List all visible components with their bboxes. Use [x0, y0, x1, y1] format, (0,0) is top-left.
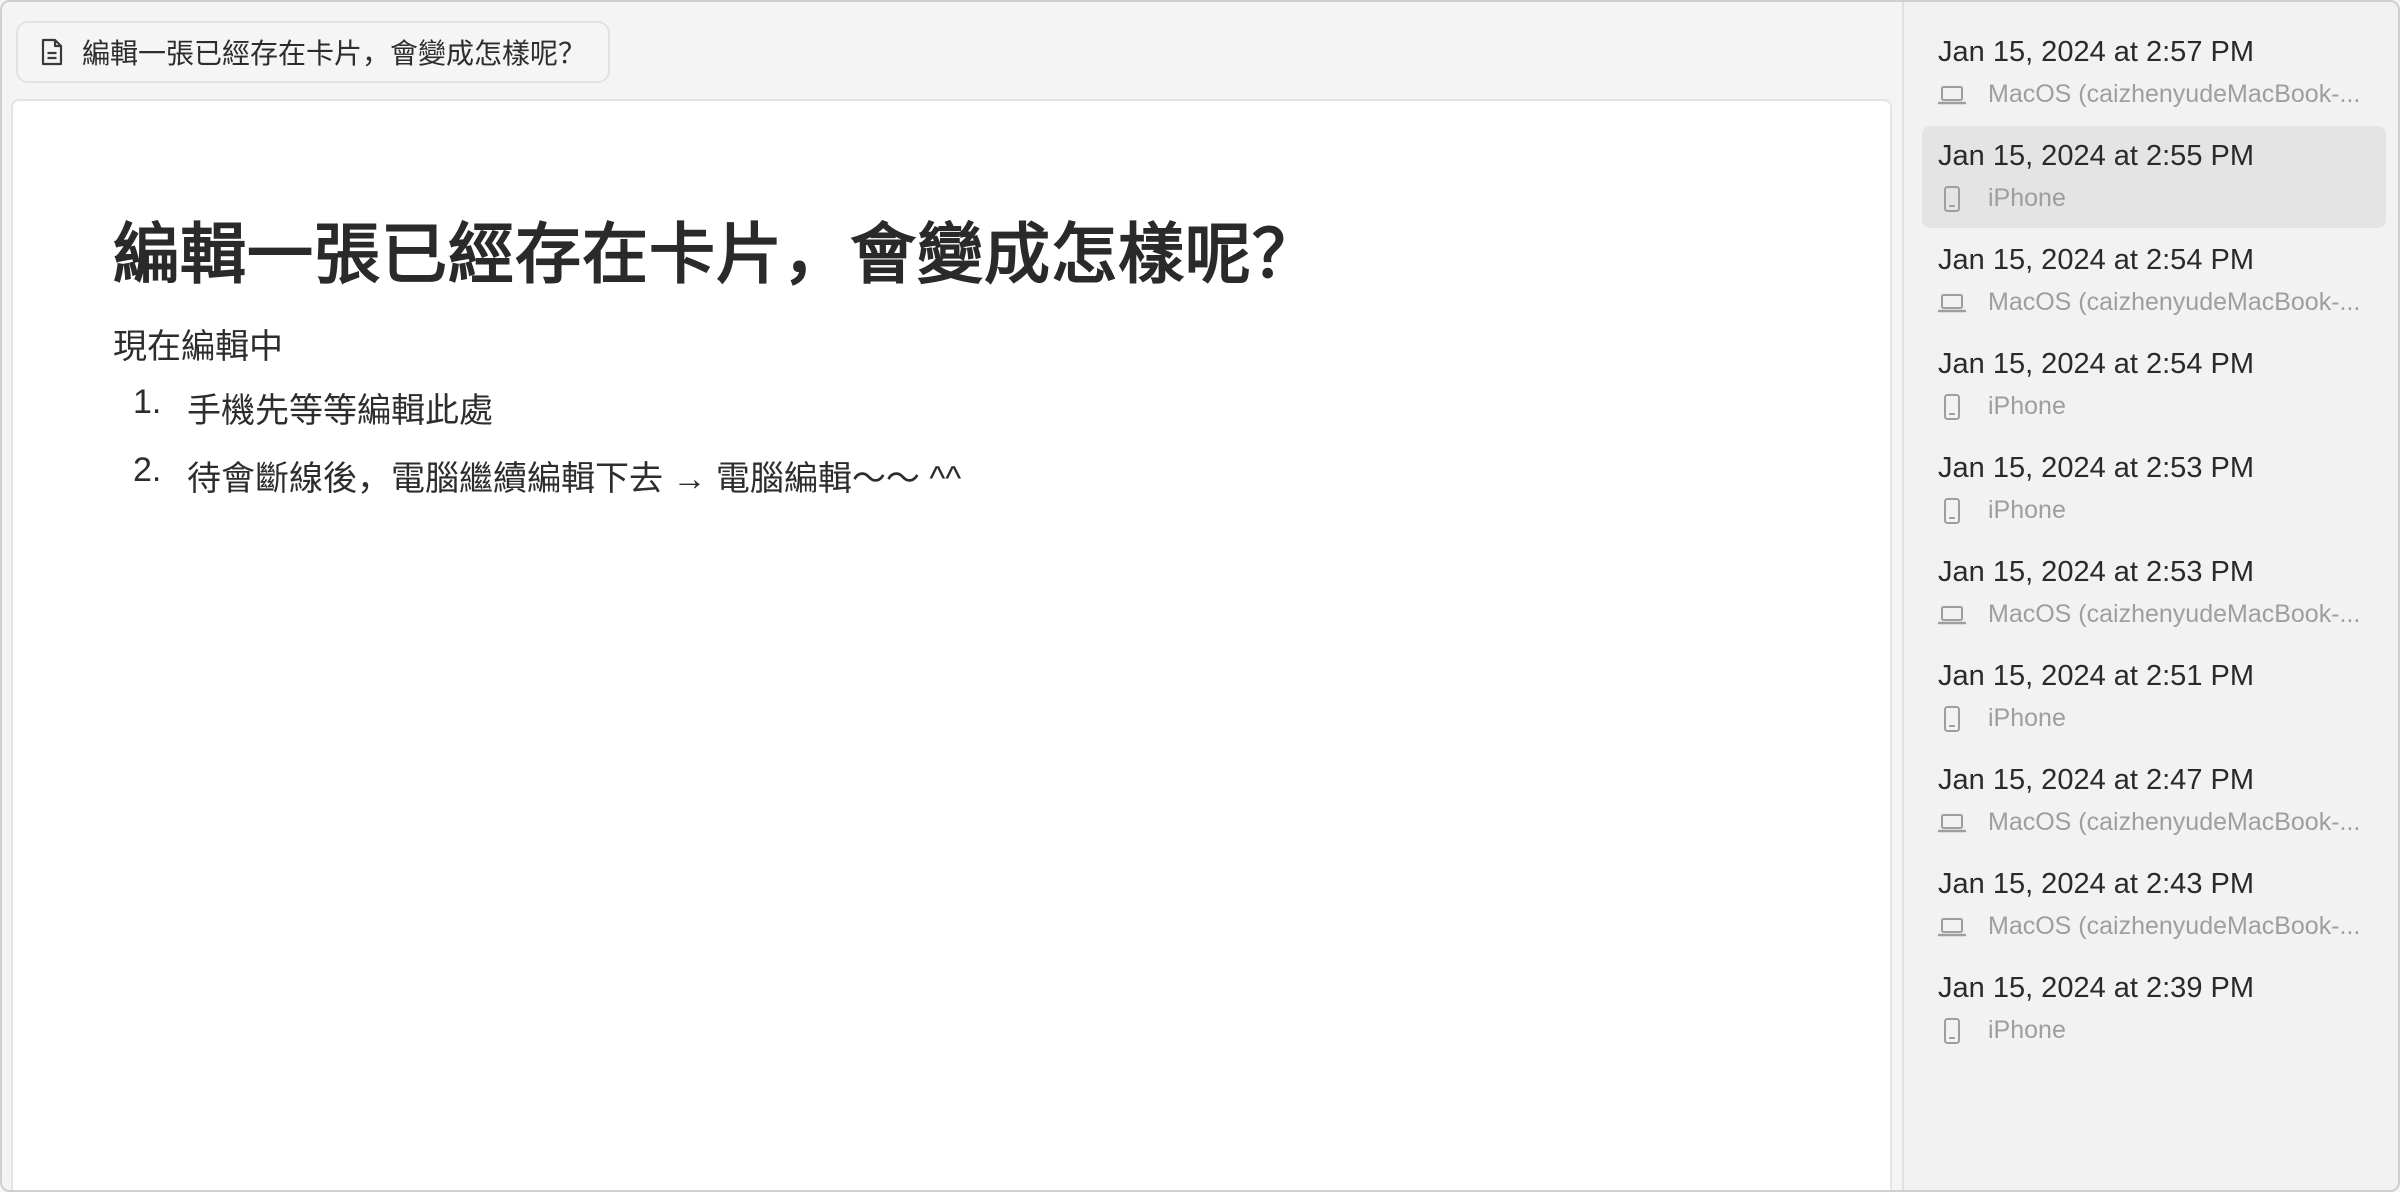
- version-date: Jan 15, 2024 at 2:57 PM: [1938, 36, 2254, 68]
- version-device-label: iPhone: [1988, 1016, 2066, 1044]
- app-window: 編輯一張已經存在卡片，會變成怎樣呢？ 編輯一張已經存在卡片，會變成怎樣呢？ 現在…: [0, 0, 2400, 1192]
- laptop-icon: [1938, 292, 1966, 314]
- laptop-icon: [1938, 604, 1966, 626]
- version-device-label: iPhone: [1988, 392, 2066, 420]
- list-number: 1.: [133, 383, 162, 421]
- phone-icon: [1938, 705, 1966, 733]
- phone-icon: [1938, 185, 1966, 213]
- laptop-icon: [1938, 916, 1966, 938]
- version-item[interactable]: Jan 15, 2024 at 2:57 PM MacOS (caizhenyud…: [1922, 22, 2386, 124]
- version-date: Jan 15, 2024 at 2:39 PM: [1938, 972, 2254, 1004]
- version-item[interactable]: Jan 15, 2024 at 2:51 PM iPhone: [1922, 646, 2386, 748]
- version-date: Jan 15, 2024 at 2:43 PM: [1938, 868, 2254, 900]
- version-device-label: MacOS (caizhenyudeMacBook-...: [1988, 912, 2361, 940]
- document-icon: [41, 38, 63, 66]
- version-device-label: MacOS (caizhenyudeMacBook-...: [1988, 600, 2361, 628]
- document-title[interactable]: 編輯一張已經存在卡片，會變成怎樣呢？: [113, 201, 1319, 297]
- phone-icon: [1938, 497, 1966, 525]
- version-item[interactable]: Jan 15, 2024 at 2:54 PM MacOS (caizhenyud…: [1922, 230, 2386, 332]
- version-item[interactable]: Jan 15, 2024 at 2:43 PM MacOS (caizhenyud…: [1922, 854, 2386, 956]
- document-paragraph[interactable]: 現在編輯中: [113, 319, 283, 368]
- version-date: Jan 15, 2024 at 2:53 PM: [1938, 556, 2254, 588]
- version-device: MacOS (caizhenyudeMacBook-...: [1938, 80, 2378, 109]
- list-number: 2.: [133, 451, 162, 489]
- laptop-icon: [1938, 84, 1966, 106]
- version-device: iPhone: [1938, 392, 2378, 421]
- version-item[interactable]: Jan 15, 2024 at 2:55 PM iPhone: [1922, 126, 2386, 228]
- version-date: Jan 15, 2024 at 2:51 PM: [1938, 660, 2254, 692]
- version-device-label: iPhone: [1988, 704, 2066, 732]
- version-device-label: iPhone: [1988, 496, 2066, 524]
- list-item-text: 待會斷線後，電腦繼續編輯下去 → 電腦編輯～～ ^^: [187, 460, 962, 498]
- version-item[interactable]: Jan 15, 2024 at 2:54 PM iPhone: [1922, 334, 2386, 436]
- version-item[interactable]: Jan 15, 2024 at 2:47 PM MacOS (caizhenyud…: [1922, 750, 2386, 852]
- version-device: iPhone: [1938, 184, 2378, 213]
- version-device-label: MacOS (caizhenyudeMacBook-...: [1988, 80, 2361, 108]
- version-history-sidebar: Jan 15, 2024 at 2:57 PM MacOS (caizhenyud…: [1902, 2, 2398, 1190]
- version-device: MacOS (caizhenyudeMacBook-...: [1938, 912, 2378, 941]
- version-device-label: iPhone: [1988, 184, 2066, 212]
- version-date: Jan 15, 2024 at 2:54 PM: [1938, 348, 2254, 380]
- version-device-label: MacOS (caizhenyudeMacBook-...: [1988, 288, 2361, 316]
- version-device: MacOS (caizhenyudeMacBook-...: [1938, 600, 2378, 629]
- document-card[interactable]: 編輯一張已經存在卡片，會變成怎樣呢？ 現在編輯中 1. 手機先等等編輯此處 2.…: [11, 99, 1892, 1190]
- version-device: MacOS (caizhenyudeMacBook-...: [1938, 288, 2378, 317]
- phone-icon: [1938, 1017, 1966, 1045]
- version-date: Jan 15, 2024 at 2:47 PM: [1938, 764, 2254, 796]
- version-device: MacOS (caizhenyudeMacBook-...: [1938, 808, 2378, 837]
- phone-icon: [1938, 393, 1966, 421]
- editor-pane: 編輯一張已經存在卡片，會變成怎樣呢？ 編輯一張已經存在卡片，會變成怎樣呢？ 現在…: [2, 2, 1902, 1190]
- list-item-text: 手機先等等編輯此處: [187, 392, 493, 430]
- version-item[interactable]: Jan 15, 2024 at 2:53 PM MacOS (caizhenyud…: [1922, 542, 2386, 644]
- version-date: Jan 15, 2024 at 2:55 PM: [1938, 140, 2254, 172]
- version-date: Jan 15, 2024 at 2:53 PM: [1938, 452, 2254, 484]
- version-item[interactable]: Jan 15, 2024 at 2:39 PM iPhone: [1922, 958, 2386, 1060]
- version-device: iPhone: [1938, 496, 2378, 525]
- version-device-label: MacOS (caizhenyudeMacBook-...: [1988, 808, 2361, 836]
- document-tab[interactable]: 編輯一張已經存在卡片，會變成怎樣呢？: [16, 21, 611, 83]
- version-device: iPhone: [1938, 1016, 2378, 1045]
- version-device: iPhone: [1938, 704, 2378, 733]
- version-item[interactable]: Jan 15, 2024 at 2:53 PM iPhone: [1922, 438, 2386, 540]
- laptop-icon: [1938, 812, 1966, 834]
- document-tab-label: 編輯一張已經存在卡片，會變成怎樣呢？: [82, 38, 587, 69]
- version-date: Jan 15, 2024 at 2:54 PM: [1938, 244, 2254, 276]
